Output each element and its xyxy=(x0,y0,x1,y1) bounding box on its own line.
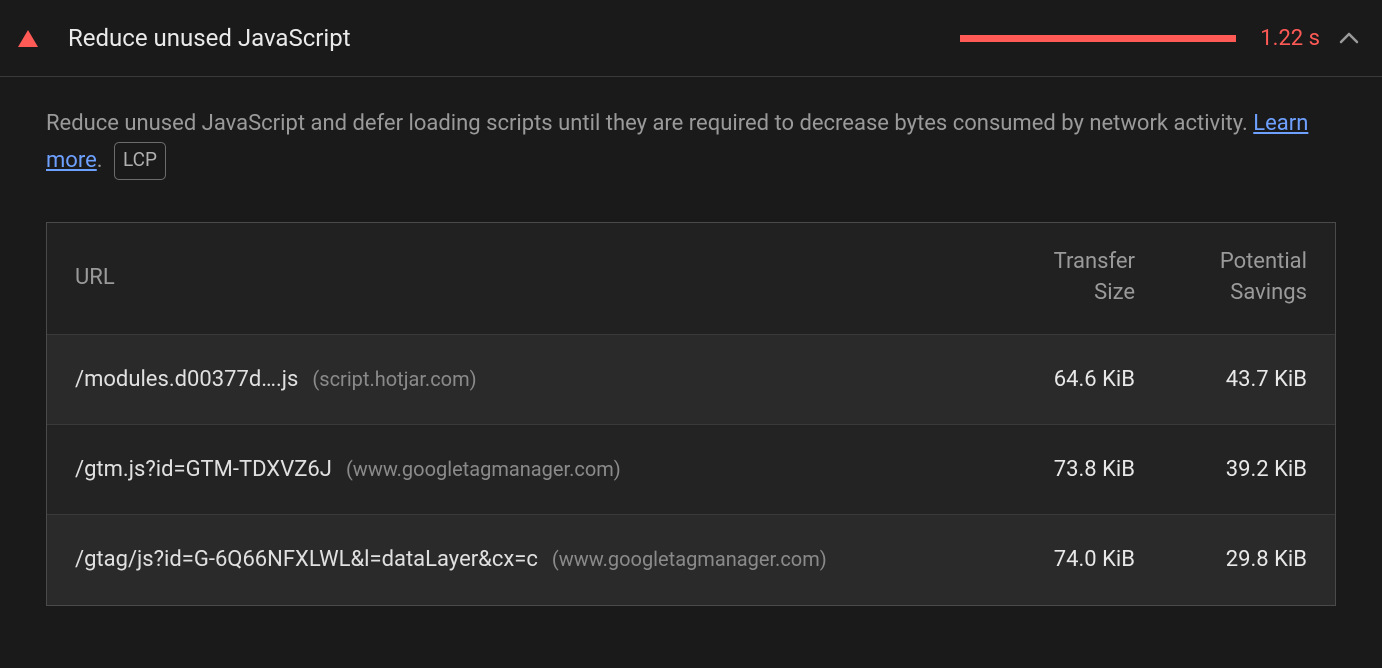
resource-host: (script.hotjar.com) xyxy=(312,367,476,391)
resource-path[interactable]: /gtm.js?id=GTM-TDXVZ6J xyxy=(75,457,332,482)
table-row: /gtm.js?id=GTM-TDXVZ6J (www.googletagman… xyxy=(47,425,1335,515)
transfer-size: 74.0 KiB xyxy=(963,547,1135,572)
transfer-size: 73.8 KiB xyxy=(963,457,1135,482)
resource-table: URL Transfer Size Potential Savings /mod… xyxy=(46,222,1336,606)
column-header-savings: Potential Savings xyxy=(1135,247,1307,309)
column-header-url: URL xyxy=(75,263,963,294)
resource-path[interactable]: /modules.d00377d….js xyxy=(75,367,298,392)
description-post: . xyxy=(97,148,103,173)
potential-savings: 39.2 KiB xyxy=(1135,457,1307,482)
timing-value: 1.22 s xyxy=(1260,26,1320,51)
column-header-size: Transfer Size xyxy=(963,247,1135,309)
timing-bar xyxy=(960,35,1236,42)
audit-panel: Reduce unused JavaScript 1.22 s Reduce u… xyxy=(0,0,1382,606)
table-header-row: URL Transfer Size Potential Savings xyxy=(47,223,1335,335)
resource-host: (www.googletagmanager.com) xyxy=(552,547,827,571)
potential-savings: 29.8 KiB xyxy=(1135,547,1307,572)
potential-savings: 43.7 KiB xyxy=(1135,367,1307,392)
transfer-size: 64.6 KiB xyxy=(963,367,1135,392)
description-text: Reduce unused JavaScript and defer loadi… xyxy=(46,111,1253,136)
resource-host: (www.googletagmanager.com) xyxy=(346,457,621,481)
table-row: /gtag/js?id=G-6Q66NFXLWL&l=dataLayer&cx=… xyxy=(47,515,1335,605)
audit-header[interactable]: Reduce unused JavaScript 1.22 s xyxy=(0,0,1382,77)
audit-description: Reduce unused JavaScript and defer loadi… xyxy=(46,105,1336,180)
audit-title: Reduce unused JavaScript xyxy=(68,24,960,52)
resource-path[interactable]: /gtag/js?id=G-6Q66NFXLWL&l=dataLayer&cx=… xyxy=(75,547,538,572)
lcp-badge: LCP xyxy=(114,142,166,179)
table-row: /modules.d00377d….js (script.hotjar.com)… xyxy=(47,335,1335,425)
audit-body: Reduce unused JavaScript and defer loadi… xyxy=(0,77,1382,606)
chevron-up-icon[interactable] xyxy=(1338,27,1360,49)
warning-triangle-icon xyxy=(18,30,38,47)
